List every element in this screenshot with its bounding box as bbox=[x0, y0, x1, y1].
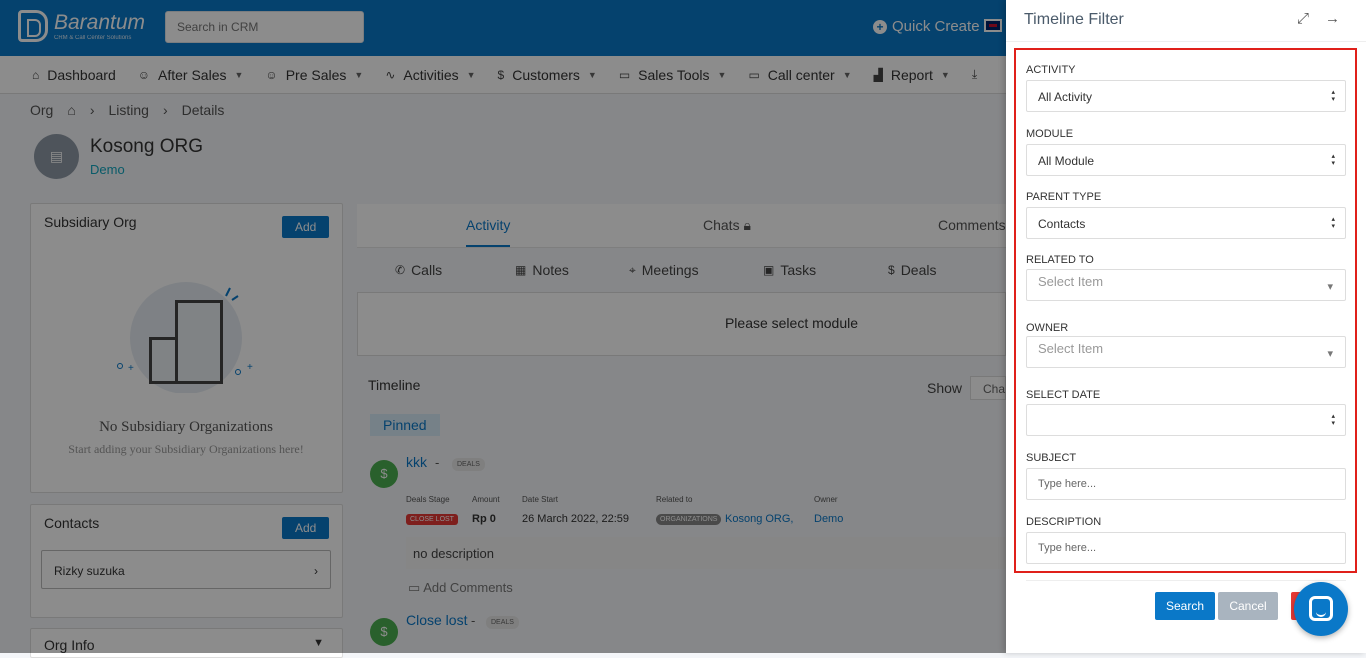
timeline-filter-panel: Timeline Filter ⤢ → ACTIVITY All Activit… bbox=[1006, 0, 1366, 653]
related-to-label: RELATED TO bbox=[1026, 254, 1094, 266]
chat-launcher-button[interactable] bbox=[1294, 582, 1348, 636]
module-select[interactable]: All Module bbox=[1026, 144, 1346, 176]
description-input[interactable]: Type here... bbox=[1026, 532, 1346, 564]
parent-type-select[interactable]: Contacts bbox=[1026, 207, 1346, 239]
subject-input[interactable]: Type here... bbox=[1026, 468, 1346, 500]
cancel-button[interactable]: Cancel bbox=[1218, 592, 1278, 620]
date-select[interactable] bbox=[1026, 404, 1346, 436]
activity-select[interactable]: All Activity bbox=[1026, 80, 1346, 112]
select-date-label: SELECT DATE bbox=[1026, 389, 1101, 401]
description-label: DESCRIPTION bbox=[1026, 516, 1102, 528]
module-label: MODULE bbox=[1026, 128, 1074, 140]
modal-backdrop[interactable] bbox=[0, 0, 1006, 653]
search-button[interactable]: Search bbox=[1155, 592, 1215, 620]
subject-label: SUBJECT bbox=[1026, 452, 1077, 464]
parent-type-label: PARENT TYPE bbox=[1026, 191, 1102, 203]
owner-label: OWNER bbox=[1026, 322, 1069, 334]
expand-icon[interactable]: ⤢ bbox=[1297, 10, 1309, 27]
owner-select[interactable]: Select Item bbox=[1026, 336, 1346, 368]
footer-divider bbox=[1026, 580, 1346, 581]
close-arrow-icon[interactable]: → bbox=[1325, 10, 1340, 27]
panel-divider bbox=[1006, 41, 1366, 42]
panel-title: Timeline Filter bbox=[1024, 11, 1124, 28]
related-to-select[interactable]: Select Item bbox=[1026, 269, 1346, 301]
activity-label: ACTIVITY bbox=[1026, 64, 1076, 76]
chat-bubble-icon bbox=[1309, 596, 1333, 621]
